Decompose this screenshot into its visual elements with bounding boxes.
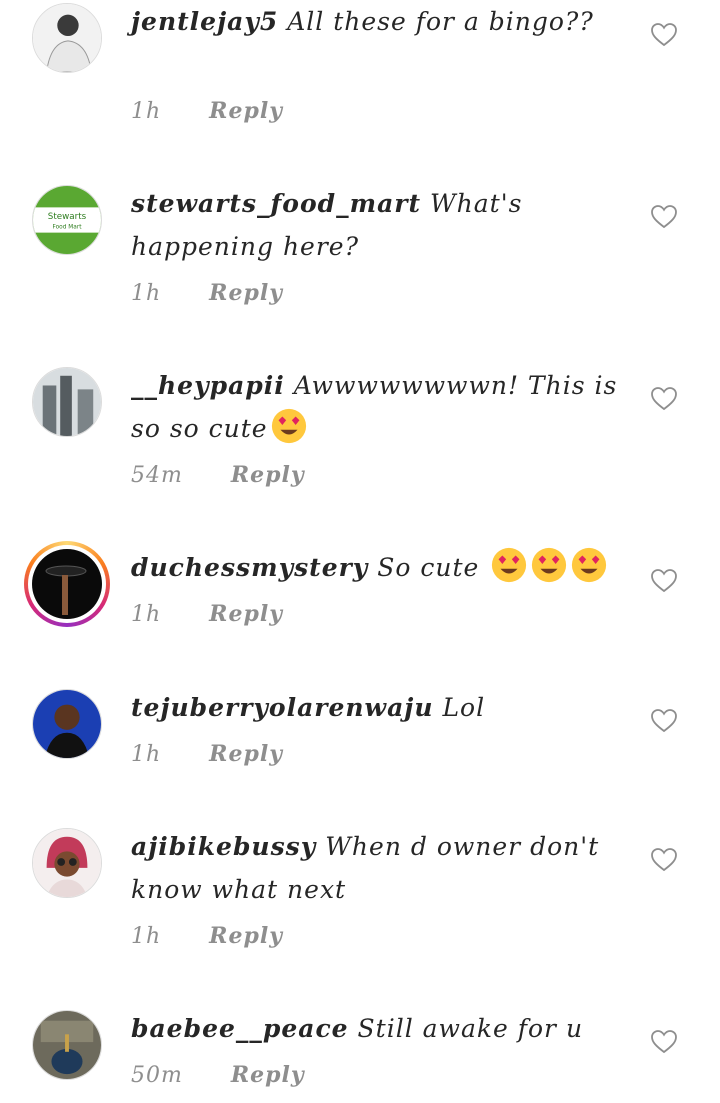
reply-button[interactable]: Reply (209, 923, 283, 949)
avatar (32, 549, 102, 619)
comment-username[interactable]: baebee__peace (131, 1014, 349, 1043)
comment-time: 1h (131, 742, 162, 767)
comment-text: stewarts_food_mart What's happening here… (131, 182, 626, 268)
comment-meta: 1h Reply (131, 601, 283, 627)
comment-text: baebee__peace Still awake for u (131, 1007, 626, 1050)
heart-eyes-emoji (532, 547, 567, 583)
avatar[interactable]: Stewarts Food Mart (32, 185, 102, 255)
comment-meta: 1h Reply (131, 741, 283, 767)
comment-message: So cute (377, 553, 480, 582)
comment-text: jentlejay5 All these for a bingo?? (131, 0, 626, 43)
avatar[interactable] (32, 3, 102, 73)
comment-username[interactable]: tejuberryolarenwaju (131, 693, 434, 722)
reply-button[interactable]: Reply (209, 741, 283, 767)
comment-message: Still awake for u (357, 1014, 584, 1043)
heart-outline-icon[interactable] (651, 23, 677, 47)
comment-meta: 1h Reply (131, 98, 283, 124)
comment-username[interactable]: stewarts_food_mart (131, 189, 421, 218)
comment-time: 1h (131, 281, 162, 306)
comment-time: 54m (131, 463, 183, 488)
comment-time: 1h (131, 924, 162, 949)
comment-meta: 1h Reply (131, 280, 283, 306)
reply-button[interactable]: Reply (209, 601, 283, 627)
heart-eyes-emoji (271, 408, 306, 444)
heart-eyes-emoji (492, 547, 527, 583)
comment-time: 1h (131, 99, 162, 124)
svg-text:Stewarts: Stewarts (48, 212, 87, 222)
comment-username[interactable]: duchessmystery (131, 553, 368, 582)
reply-button[interactable]: Reply (231, 462, 305, 488)
story-ring-inner (28, 545, 106, 623)
heart-outline-icon[interactable] (651, 205, 677, 229)
comment-message: All these for a bingo?? (287, 7, 594, 36)
avatar[interactable] (32, 1010, 102, 1080)
avatar[interactable] (32, 367, 102, 437)
comment-username[interactable]: __heypapii (131, 371, 285, 400)
heart-eyes-emoji (572, 547, 607, 583)
comment-text: __heypapii Awwwwwwwwn! This is so so cut… (131, 364, 626, 450)
avatar[interactable] (32, 689, 102, 759)
svg-text:Food Mart: Food Mart (52, 225, 82, 231)
heart-outline-icon[interactable] (651, 848, 677, 872)
comment-time: 1h (131, 602, 162, 627)
avatar[interactable] (32, 828, 102, 898)
heart-outline-icon[interactable] (651, 1030, 677, 1054)
comment-meta: 1h Reply (131, 923, 283, 949)
heart-outline-icon[interactable] (651, 569, 677, 593)
comment-time: 50m (131, 1063, 183, 1088)
comment-meta: 50m Reply (131, 1062, 305, 1088)
reply-button[interactable]: Reply (209, 98, 283, 124)
comment-username[interactable]: ajibikebussy (131, 832, 316, 861)
reply-button[interactable]: Reply (231, 1062, 305, 1088)
comment-text: ajibikebussy When d owner don't know wha… (131, 825, 626, 911)
comment-text: duchessmystery So cute (131, 546, 626, 589)
story-ring[interactable] (24, 541, 110, 627)
heart-outline-icon[interactable] (651, 709, 677, 733)
comment-message: Lol (442, 693, 486, 722)
reply-button[interactable]: Reply (209, 280, 283, 306)
heart-outline-icon[interactable] (651, 387, 677, 411)
comment-username[interactable]: jentlejay5 (131, 7, 278, 36)
comment-text: tejuberryolarenwaju Lol (131, 686, 626, 729)
comment-meta: 54m Reply (131, 462, 305, 488)
